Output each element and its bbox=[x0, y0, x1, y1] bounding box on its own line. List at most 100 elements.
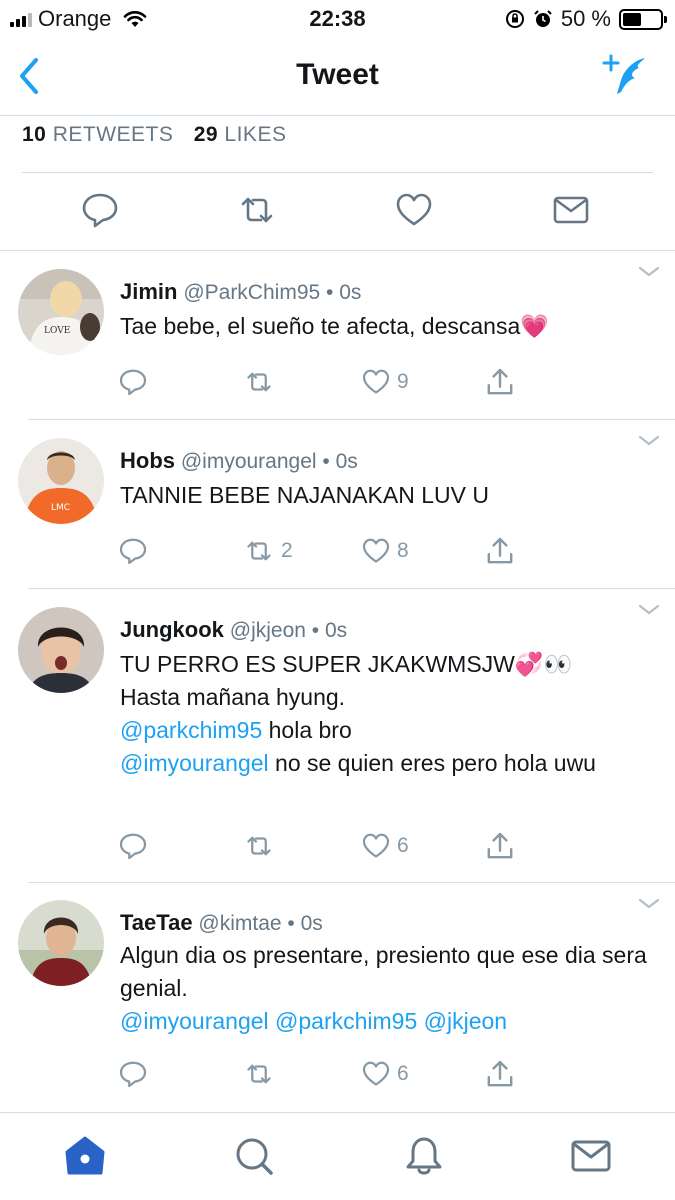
mention-links[interactable]: @imyourangel @parkchim95 @jkjeon bbox=[120, 1005, 650, 1038]
share-icon[interactable] bbox=[484, 534, 516, 568]
retweet-count: 10 bbox=[22, 123, 47, 146]
reply-actions: 6 bbox=[0, 829, 675, 863]
chevron-down-icon[interactable] bbox=[637, 265, 661, 279]
likes-label[interactable]: LIKES bbox=[224, 123, 286, 146]
retweet-icon bbox=[243, 831, 275, 861]
reply-actions: 9 bbox=[0, 365, 675, 399]
text-line: @parkchim95 hola bro bbox=[120, 714, 650, 747]
mention-link[interactable]: @imyourangel bbox=[120, 750, 269, 776]
share-icon[interactable] bbox=[484, 1057, 516, 1091]
status-right: 50 % bbox=[505, 6, 667, 32]
timestamp: 0s bbox=[335, 450, 358, 473]
avatar[interactable]: LMC bbox=[18, 438, 104, 524]
like-button[interactable]: 6 bbox=[361, 1057, 409, 1091]
dot-separator: • bbox=[287, 912, 295, 935]
reply-icon[interactable] bbox=[118, 365, 148, 399]
mention-link[interactable]: @parkchim95 bbox=[120, 717, 262, 743]
like-button[interactable]: 8 bbox=[361, 534, 409, 568]
notifications-bell-icon[interactable] bbox=[403, 1135, 445, 1177]
retweet-button[interactable] bbox=[243, 829, 281, 863]
like-heart-icon bbox=[361, 831, 391, 861]
home-icon[interactable] bbox=[64, 1135, 106, 1177]
reply-header: Hobs @imyourangel • 0s bbox=[120, 448, 358, 474]
like-count: 8 bbox=[397, 539, 409, 562]
like-heart-icon bbox=[361, 367, 391, 397]
avatar[interactable]: LOVE bbox=[18, 269, 104, 355]
retweet-button[interactable] bbox=[243, 365, 281, 399]
text-line: @imyourangel no se quien eres pero hola … bbox=[120, 747, 650, 780]
retweet-count: 2 bbox=[281, 539, 293, 562]
share-icon[interactable] bbox=[484, 829, 516, 863]
retweet-icon bbox=[243, 536, 275, 566]
reply-icon[interactable] bbox=[80, 190, 120, 230]
text-line: Algun dia os presentare, presiento que e… bbox=[120, 942, 647, 1001]
reply-header: Jimin @ParkChim95 • 0s bbox=[120, 279, 361, 305]
page-title: Tweet bbox=[296, 58, 379, 91]
reply-icon[interactable] bbox=[118, 534, 148, 568]
reply-text: TANNIE BEBE NAJANAKAN LUV U bbox=[120, 482, 489, 508]
reply-actions: 2 8 bbox=[0, 534, 675, 568]
chevron-down-icon[interactable] bbox=[637, 897, 661, 911]
reply-tweet[interactable]: Jungkook @jkjeon • 0s TU PERRO ES SUPER … bbox=[0, 589, 675, 882]
reply-text: Algun dia os presentare, presiento que e… bbox=[120, 939, 650, 1038]
text-fragment: hola bro bbox=[262, 717, 352, 743]
chevron-down-icon[interactable] bbox=[637, 434, 661, 448]
direct-message-icon[interactable] bbox=[551, 190, 591, 230]
divider bbox=[22, 172, 653, 173]
like-button[interactable]: 9 bbox=[361, 365, 409, 399]
tweet-actions bbox=[0, 190, 675, 234]
like-heart-icon[interactable] bbox=[394, 190, 434, 230]
messages-mail-icon[interactable] bbox=[570, 1135, 612, 1177]
handle[interactable]: @kimtae bbox=[198, 912, 281, 935]
reply-icon[interactable] bbox=[118, 1057, 148, 1091]
rotation-lock-icon bbox=[505, 9, 525, 29]
alarm-icon bbox=[533, 9, 553, 29]
timestamp: 0s bbox=[339, 281, 362, 304]
search-icon[interactable] bbox=[233, 1135, 275, 1177]
reply-text: TU PERRO ES SUPER JKAKWMSJW💞👀 Hasta maña… bbox=[120, 648, 650, 780]
avatar[interactable] bbox=[18, 900, 104, 986]
retweets-label[interactable]: RETWEETS bbox=[53, 123, 174, 146]
display-name[interactable]: Hobs bbox=[120, 448, 175, 473]
text-line: Hasta mañana hyung. bbox=[120, 684, 346, 710]
tab-bar bbox=[0, 1112, 675, 1200]
chevron-down-icon[interactable] bbox=[637, 603, 661, 617]
avatar[interactable] bbox=[18, 607, 104, 693]
retweet-button[interactable]: 2 bbox=[243, 534, 293, 568]
battery-fill bbox=[623, 12, 641, 26]
navigation-bar: Tweet bbox=[0, 38, 675, 116]
dot-separator: • bbox=[322, 450, 330, 473]
retweet-icon bbox=[243, 1059, 275, 1089]
dot-separator: • bbox=[311, 619, 320, 642]
like-heart-icon bbox=[361, 536, 391, 566]
reply-icon[interactable] bbox=[118, 829, 148, 863]
dot-separator: • bbox=[326, 281, 334, 304]
display-name[interactable]: Jimin bbox=[120, 279, 177, 304]
reply-header: TaeTae @kimtae • 0s bbox=[120, 910, 323, 936]
tweet-stats: 10 RETWEETS 29 LIKES bbox=[22, 123, 300, 147]
compose-feather-icon[interactable] bbox=[599, 52, 649, 98]
reply-tweet[interactable]: LMC Hobs @imyourangel • 0s TANNIE BEBE N… bbox=[0, 420, 675, 588]
battery-icon bbox=[619, 8, 667, 30]
handle[interactable]: @jkjeon bbox=[230, 619, 306, 642]
handle[interactable]: @imyourangel bbox=[181, 450, 317, 473]
text-fragment: no se quien eres pero hola uwu bbox=[268, 750, 596, 776]
like-heart-icon bbox=[361, 1059, 391, 1089]
display-name[interactable]: TaeTae bbox=[120, 910, 193, 935]
svg-text:LMC: LMC bbox=[51, 503, 70, 513]
share-icon[interactable] bbox=[484, 365, 516, 399]
retweet-button[interactable] bbox=[243, 1057, 281, 1091]
timestamp: 0s bbox=[300, 912, 323, 935]
handle[interactable]: @ParkChim95 bbox=[183, 281, 320, 304]
reply-tweet[interactable]: TaeTae @kimtae • 0s Algun dia os present… bbox=[0, 883, 675, 1111]
reply-actions: 6 bbox=[0, 1057, 675, 1091]
display-name[interactable]: Jungkook bbox=[120, 617, 224, 642]
like-count: 9 bbox=[397, 370, 409, 393]
battery-percent: 50 % bbox=[560, 6, 611, 31]
reply-tweet[interactable]: LOVE Jimin @ParkChim95 • 0s Tae bebe, el… bbox=[0, 251, 675, 419]
like-button[interactable]: 6 bbox=[361, 829, 409, 863]
retweet-icon[interactable] bbox=[237, 190, 277, 230]
like-count: 6 bbox=[397, 1062, 409, 1085]
retweet-icon bbox=[243, 367, 275, 397]
status-bar: Orange 22:38 50 % bbox=[0, 0, 675, 38]
